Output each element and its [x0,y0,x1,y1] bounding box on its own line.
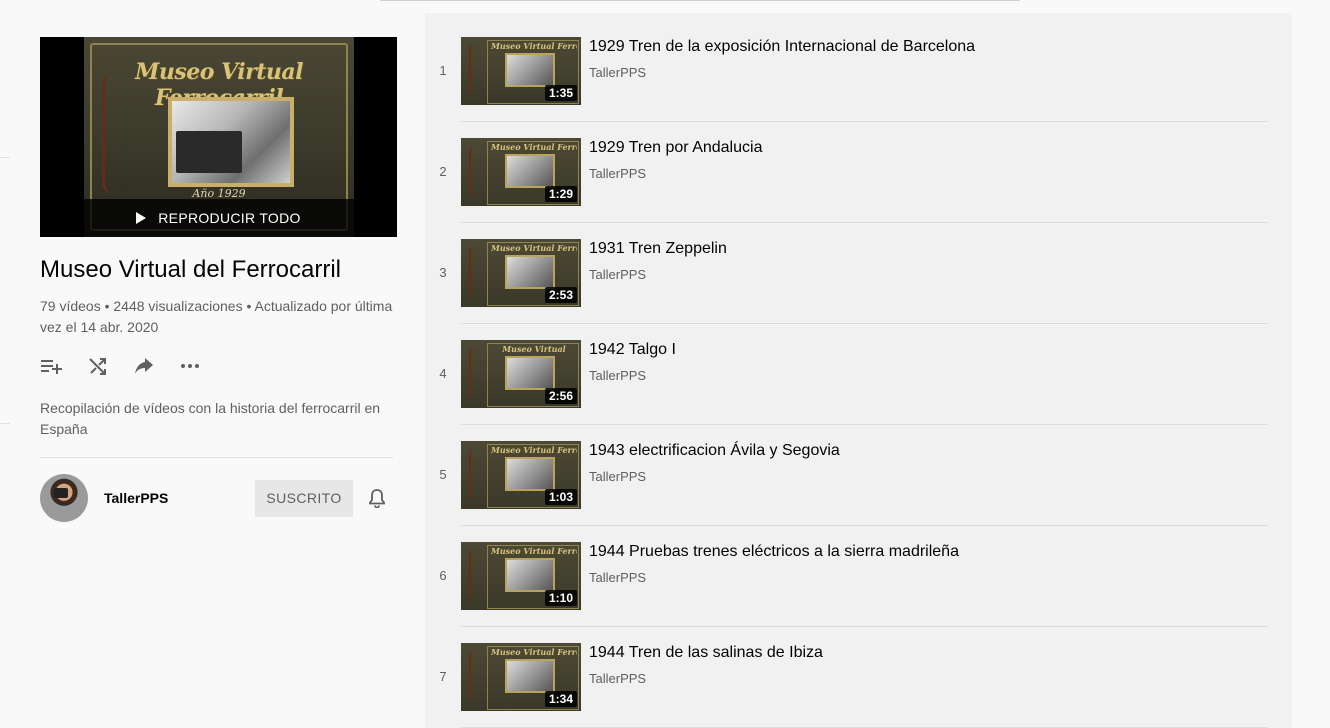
more-icon[interactable] [178,354,202,378]
thumbnail-rope [469,449,479,499]
video-index: 7 [439,669,447,684]
video-title[interactable]: 1942 Talgo I [589,340,676,360]
thumbnail-title: Museo Virtual Ferrocarril [491,142,577,152]
playlist-thumbnail[interactable]: Museo Virtual Ferrocarril Año 1929 REPRO… [40,37,397,237]
thumbnail-title: Museo Virtual Ferrocarril [491,445,577,455]
video-channel[interactable]: TallerPPS [589,570,646,585]
shuffle-icon[interactable] [86,354,110,378]
video-row[interactable]: 2 Museo Virtual Ferrocarril 1:29 1929 Tr… [425,114,1268,215]
thumbnail-rope [469,146,479,196]
play-all-label: REPRODUCIR TODO [158,210,301,226]
subscribed-button[interactable]: SUSCRITO [255,479,353,517]
video-channel[interactable]: TallerPPS [589,65,646,80]
video-duration: 1:03 [544,489,577,505]
video-index: 1 [439,63,447,78]
video-row[interactable]: 5 Museo Virtual Ferrocarril 1:03 1943 el… [425,417,1268,518]
playlist-title[interactable]: Museo Virtual del Ferrocarril [40,256,393,284]
thumbnail-title: Museo Virtual Ferrocarril [491,41,577,51]
video-duration: 2:56 [544,388,577,404]
video-duration: 1:10 [544,590,577,606]
video-title[interactable]: 1944 Tren de las salinas de Ibiza [589,643,823,663]
add-to-queue-icon[interactable] [40,354,64,378]
sidebar-divider [40,457,393,458]
thumbnail-photo [505,659,555,693]
thumbnail-rope [469,348,479,398]
bell-icon[interactable] [365,486,389,510]
playlist-owner: TallerPPS SUSCRITO [40,473,393,523]
video-duration: 1:35 [544,85,577,101]
video-thumbnail[interactable]: Museo Virtual Ferrocarril 1:10 [461,542,581,610]
video-channel[interactable]: TallerPPS [589,166,646,181]
video-row[interactable]: 6 Museo Virtual Ferrocarril 1:10 1944 Pr… [425,518,1268,619]
video-row[interactable]: 7 Museo Virtual Ferrocarril 1:34 1944 Tr… [425,619,1268,720]
thumbnail-title: Museo Virtual [502,344,566,354]
video-index: 6 [439,568,447,583]
top-divider [380,0,1020,1]
thumbnail-rope [469,550,479,600]
video-title[interactable]: 1931 Tren Zeppelin [589,239,727,259]
thumbnail-photo [505,53,555,87]
video-channel[interactable]: TallerPPS [589,671,646,686]
edge-line [0,157,10,158]
video-title[interactable]: 1943 electrificacion Ávila y Segovia [589,441,840,461]
video-row[interactable]: 4 Museo Virtual 2:56 1942 Talgo I Taller… [425,316,1268,417]
playlist-sidebar: Museo Virtual Ferrocarril Año 1929 REPRO… [40,37,397,523]
play-icon [136,212,147,224]
playlist-video-list: 1 Museo Virtual Ferrocarril 1:35 1929 Tr… [425,13,1292,728]
edge-line [0,423,10,424]
video-channel[interactable]: TallerPPS [589,267,646,282]
thumbnail-photo [505,457,555,491]
video-duration: 2:53 [544,287,577,303]
thumbnail-photo [505,154,555,188]
owner-name[interactable]: TallerPPS [104,490,168,506]
video-index: 3 [439,265,447,280]
avatar[interactable] [40,474,88,522]
thumbnail-title: Museo Virtual Ferrocarril [491,647,577,657]
video-title[interactable]: 1944 Pruebas trenes eléctricos a la sier… [589,542,959,562]
video-index: 4 [439,366,447,381]
playlist-actions [40,354,393,378]
playlist-stats: 79 vídeos • 2448 visualizaciones • Actua… [40,298,393,335]
thumbnail-rope [469,247,479,297]
album-photo [168,97,294,187]
video-title[interactable]: 1929 Tren por Andalucia [589,138,762,158]
thumbnail-photo [505,255,555,289]
thumbnail-title: Museo Virtual Ferrocarril [491,243,577,253]
video-thumbnail[interactable]: Museo Virtual Ferrocarril 1:34 [461,643,581,711]
thumbnail-rope [469,651,479,701]
playlist-description: Recopilación de vídeos con la historia d… [40,400,381,437]
video-index: 5 [439,467,447,482]
video-thumbnail[interactable]: Museo Virtual Ferrocarril 1:29 [461,138,581,206]
video-thumbnail[interactable]: Museo Virtual 2:56 [461,340,581,408]
video-channel[interactable]: TallerPPS [589,469,646,484]
thumbnail-photo [505,558,555,592]
thumbnail-title: Museo Virtual Ferrocarril [491,546,577,556]
video-thumbnail[interactable]: Museo Virtual Ferrocarril 1:03 [461,441,581,509]
thumbnail-rope [469,45,479,95]
video-row[interactable]: 3 Museo Virtual Ferrocarril 2:53 1931 Tr… [425,215,1268,316]
video-duration: 1:29 [544,186,577,202]
play-all-button[interactable]: REPRODUCIR TODO [40,199,397,237]
share-icon[interactable] [132,354,156,378]
video-thumbnail[interactable]: Museo Virtual Ferrocarril 1:35 [461,37,581,105]
video-duration: 1:34 [544,691,577,707]
video-title[interactable]: 1929 Tren de la exposición Internacional… [589,37,975,57]
video-index: 2 [439,164,447,179]
video-channel[interactable]: TallerPPS [589,368,646,383]
thumbnail-photo [505,356,555,390]
video-row[interactable]: 1 Museo Virtual Ferrocarril 1:35 1929 Tr… [425,13,1268,114]
video-thumbnail[interactable]: Museo Virtual Ferrocarril 2:53 [461,239,581,307]
